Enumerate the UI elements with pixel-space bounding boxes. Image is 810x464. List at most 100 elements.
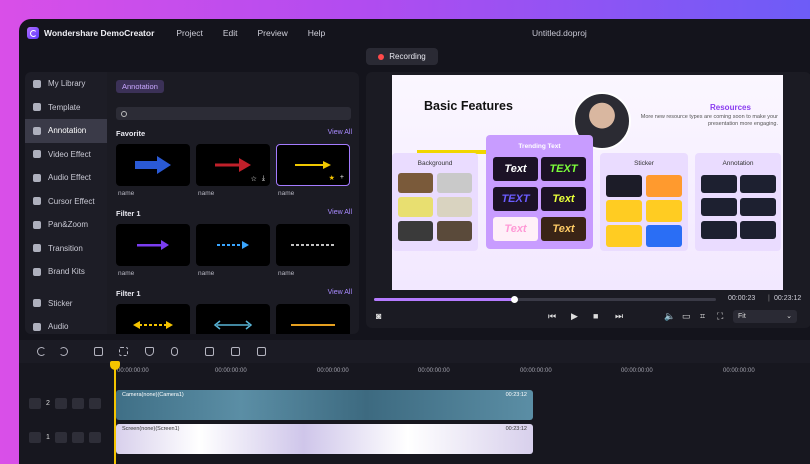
sidebar-item-label: Annotation (48, 126, 87, 136)
microphone-icon[interactable] (171, 347, 178, 356)
view-all-filter-1-link[interactable]: View All (328, 209, 352, 216)
stop-icon[interactable]: ■ (593, 311, 598, 321)
box-label: Trending Text (518, 143, 561, 150)
volume-icon[interactable]: 🔈 (664, 311, 675, 322)
sidebar-item-transition[interactable]: Transition (25, 237, 107, 261)
zoom-fit-select[interactable]: Fit ⌄ (733, 310, 797, 323)
track-header: 1 (29, 432, 101, 443)
time-separator: | (768, 295, 770, 302)
annotation-card[interactable] (116, 144, 190, 186)
sidebar-item-template[interactable]: Template (25, 96, 107, 120)
sticker-thumbnail (646, 200, 682, 222)
group-icon[interactable] (257, 347, 266, 356)
background-thumbnail (398, 221, 433, 241)
lock-icon[interactable] (54, 398, 67, 409)
view-all-filter-1-second-link[interactable]: View All (328, 289, 352, 296)
sidebar-item-sticker[interactable]: Sticker (25, 292, 107, 316)
time-ruler[interactable]: 00:00:00:00 00:00:00:00 00:00:00:00 00:0… (115, 365, 810, 379)
transition-icon (33, 244, 41, 253)
mark-icon[interactable] (145, 347, 154, 356)
add-icon[interactable]: + (340, 174, 344, 182)
export-frame-icon[interactable] (205, 347, 214, 356)
sidebar-item-video-effect[interactable]: Video Effect (25, 143, 107, 167)
crop-tool-icon[interactable] (94, 347, 103, 356)
annotation-card[interactable] (116, 224, 190, 266)
blue-arrow-icon (135, 156, 171, 174)
fullscreen-icon[interactable]: ⛶ (717, 311, 723, 322)
play-icon[interactable]: ▶ (571, 311, 578, 322)
card-actions: ☆ ⤓ (251, 175, 265, 183)
download-icon[interactable]: ⤓ (262, 175, 265, 183)
caption-icon[interactable]: ▭ (682, 311, 691, 322)
recording-button[interactable]: Recording (366, 48, 438, 65)
screen-clip[interactable]: Screen(none)(Screen1) 00:23:12 (116, 424, 533, 454)
next-frame-icon[interactable]: ⏭ (615, 311, 623, 322)
sidebar-item-annotation[interactable]: Annotation (25, 119, 107, 143)
track-2: 2 Camera(none)(Camera1) 00:23:12 (19, 390, 810, 420)
crop-icon[interactable]: ⌗ (700, 311, 705, 322)
previous-frame-icon[interactable]: ⏮ (548, 311, 556, 322)
track-number: 1 (46, 434, 50, 441)
playback-seek-bar[interactable] (374, 296, 716, 303)
preview-canvas[interactable]: Basic Features Resources More new resour… (392, 75, 783, 290)
sidebar-item-cursor-effect[interactable]: Cursor Effect (25, 190, 107, 214)
annotation-card[interactable] (276, 304, 350, 334)
redo-icon[interactable] (59, 347, 68, 356)
fit-value: Fit (738, 313, 746, 320)
annotation-card[interactable] (276, 224, 350, 266)
lock-icon[interactable] (54, 432, 67, 443)
current-time: 00:00:23 (728, 295, 756, 302)
track-1: 1 Screen(none)(Screen1) 00:23:12 (19, 422, 810, 454)
visibility-icon[interactable] (71, 432, 84, 443)
sidebar-item-brand-kits[interactable]: Brand Kits (25, 260, 107, 284)
annotation-card[interactable] (116, 304, 190, 334)
sticker-thumbnail (606, 225, 642, 247)
view-all-favorite-link[interactable]: View All (328, 129, 352, 136)
visibility-icon[interactable] (71, 398, 84, 409)
ruler-label: 00:00:00:00 (418, 368, 450, 374)
pan-zoom-icon (33, 220, 41, 229)
section-title-filter-1-second: Filter 1 (116, 289, 141, 298)
sidebar-item-label: Pan&Zoom (48, 220, 89, 230)
seek-handle[interactable] (511, 296, 519, 303)
annotation-card[interactable] (196, 224, 270, 266)
menu-bar: Project Edit Preview Help (176, 28, 325, 38)
menu-project[interactable]: Project (176, 28, 202, 38)
playhead[interactable] (114, 364, 116, 464)
annotation-thumbnail (740, 175, 776, 193)
double-teal-arrow-icon (213, 320, 253, 330)
card-name: name (278, 270, 295, 277)
split-icon[interactable] (119, 347, 128, 356)
annotation-card[interactable]: ☆ ⤓ (196, 144, 270, 186)
sidebar-item-my-library[interactable]: My Library (25, 72, 107, 96)
ruler-label: 00:00:00:00 (520, 368, 552, 374)
camera-clip[interactable]: Camera(none)(Camera1) 00:23:12 (116, 390, 533, 420)
search-input[interactable] (116, 107, 351, 120)
favorited-star-icon[interactable]: ★ (329, 174, 335, 182)
favorite-star-icon[interactable]: ☆ (251, 175, 257, 183)
template-icon (33, 103, 41, 112)
sidebar-item-audio[interactable]: Audio (25, 315, 107, 339)
category-tag[interactable]: Annotation (116, 80, 164, 93)
sidebar-item-pan-zoom[interactable]: Pan&Zoom (25, 213, 107, 237)
undo-icon[interactable] (37, 347, 46, 356)
menu-edit[interactable]: Edit (223, 28, 238, 38)
annotation-card[interactable] (196, 304, 270, 334)
sidebar-item-label: Video Effect (48, 149, 91, 159)
snapshot-icon[interactable]: ◙ (376, 311, 381, 321)
box-label: Background (417, 160, 453, 167)
sidebar-item-audio-effect[interactable]: Audio Effect (25, 166, 107, 190)
mute-icon[interactable] (88, 432, 101, 443)
annotation-icon (33, 126, 41, 135)
purple-arrow-icon (137, 240, 169, 250)
card-actions: ★ + (329, 174, 344, 182)
ruler-label: 00:00:00:00 (117, 368, 149, 374)
annotation-card-selected[interactable]: ★ + (276, 144, 350, 186)
menu-help[interactable]: Help (308, 28, 325, 38)
mute-icon[interactable] (88, 398, 101, 409)
menu-preview[interactable]: Preview (258, 28, 288, 38)
sticker-thumbnail (646, 225, 682, 247)
ruler-label: 00:00:00:00 (723, 368, 755, 374)
annotation-thumbnail (740, 221, 776, 239)
screen-icon[interactable] (231, 347, 240, 356)
